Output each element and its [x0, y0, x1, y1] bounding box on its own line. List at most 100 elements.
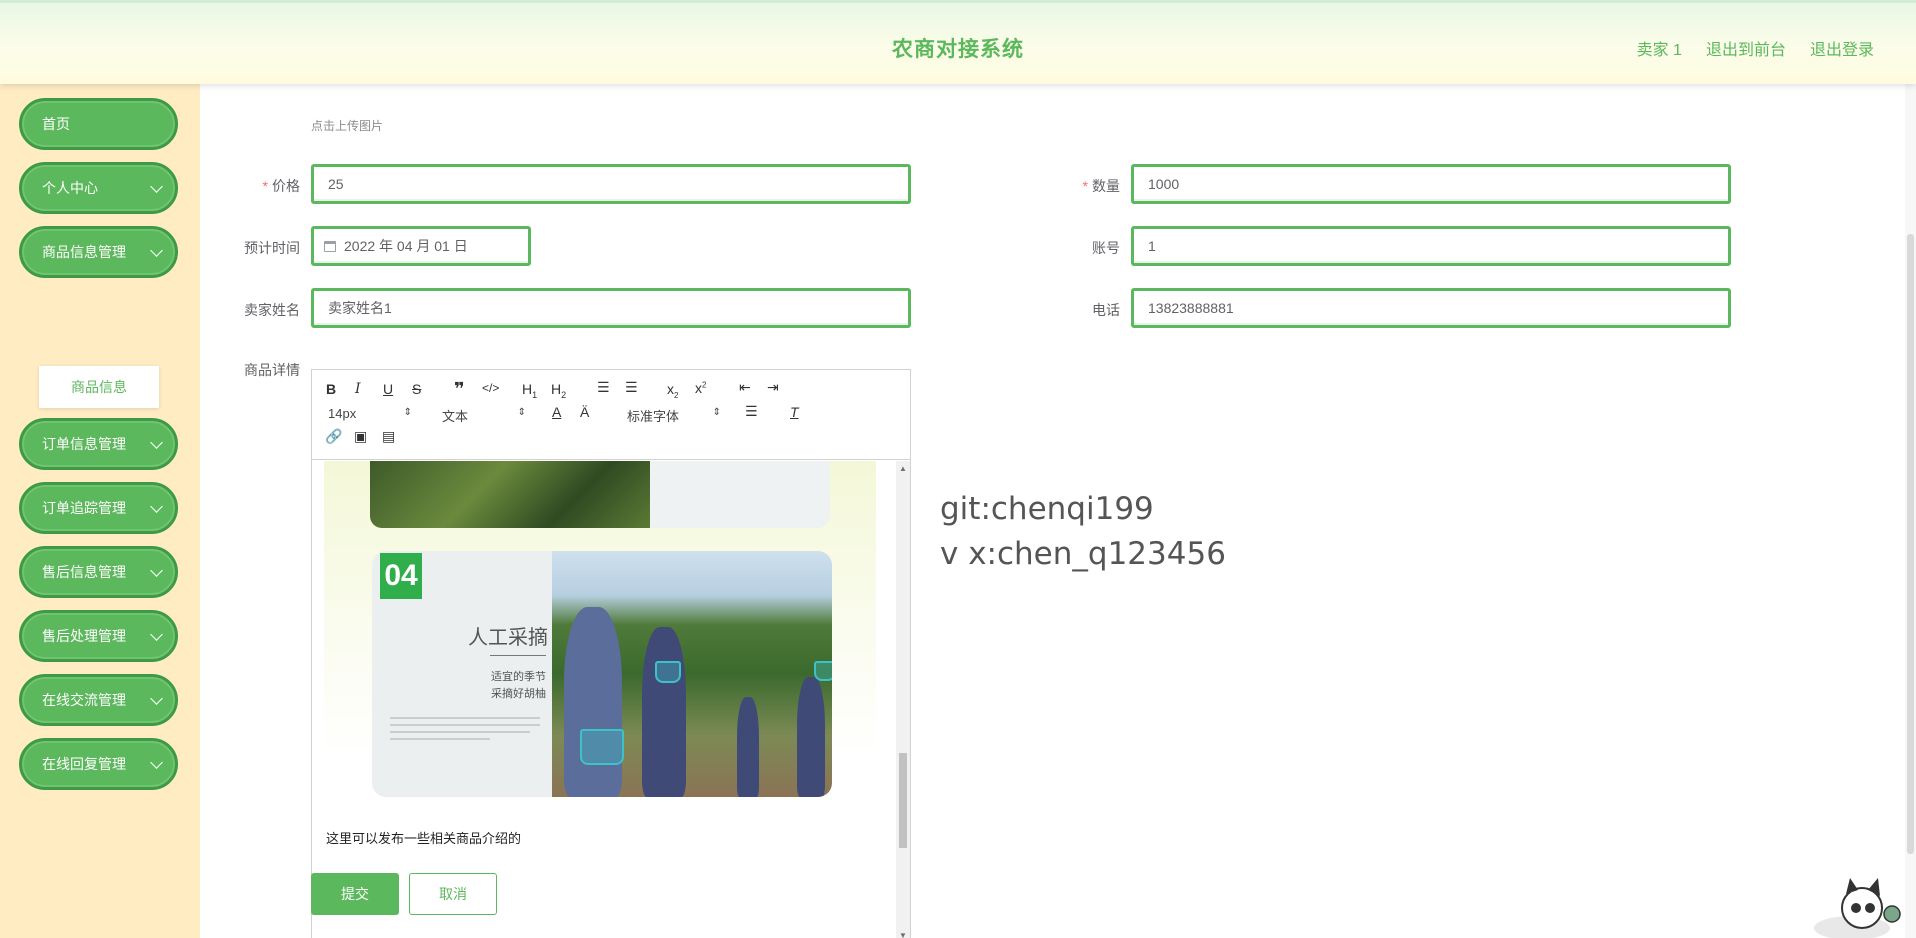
main-content: 点击上传图片 * 价格 25 * 数量 1000 预计时间 2022 年 04 月 …	[200, 84, 1916, 938]
background-color-icon[interactable]: Ä	[580, 404, 589, 420]
italic-icon[interactable]: I	[355, 381, 361, 397]
seller-name-label: 卖家姓名	[244, 302, 300, 318]
expected-time-datepicker[interactable]: 2022 年 04 月 01 日	[311, 226, 531, 266]
quantity-label: * 数量	[1082, 178, 1120, 194]
align-icon[interactable]: ☰	[745, 403, 758, 420]
article-divider	[490, 655, 546, 656]
sidebar-subitem-product-info[interactable]: 商品信息	[39, 366, 159, 408]
bold-icon[interactable]: B	[326, 381, 336, 397]
strikethrough-icon[interactable]: S	[412, 381, 421, 397]
blockquote-icon[interactable]: ❞	[454, 379, 465, 400]
current-user-link[interactable]: 卖家 1	[1637, 36, 1682, 60]
sidebar-item-after-sales-info[interactable]: 售后信息管理	[19, 546, 178, 598]
picker-figure	[564, 607, 622, 797]
subscript-icon[interactable]: x2	[667, 381, 678, 400]
chevron-down-icon	[150, 244, 163, 257]
upload-image-hint[interactable]: 点击上传图片	[311, 117, 383, 134]
article-title: 人工采摘	[468, 627, 548, 649]
picker-figure	[642, 627, 686, 797]
sidebar-item-online-reply[interactable]: 在线回复管理	[19, 738, 178, 790]
chevron-down-icon	[150, 180, 163, 193]
calendar-icon	[324, 240, 336, 252]
font-color-icon[interactable]: A	[552, 404, 561, 420]
editor-toolbar: B I U S ❞ </> H1 H2 ☰ ☰ x2 x2 ⇤ ⇥ 14px 文…	[312, 370, 910, 460]
chevron-down-icon	[150, 692, 163, 705]
scroll-down-arrow-icon[interactable]: ▼	[899, 931, 907, 938]
underline-icon[interactable]: U	[383, 381, 393, 397]
basket-shape	[580, 729, 624, 765]
app-title: 农商对接系统	[892, 38, 1024, 61]
rich-text-editor: B I U S ❞ </> H1 H2 ☰ ☰ x2 x2 ⇤ ⇥ 14px 文…	[311, 369, 911, 938]
superscript-icon[interactable]: x2	[695, 380, 706, 396]
mascot-cat-icon	[1814, 878, 1901, 938]
price-label: * 价格	[262, 178, 300, 194]
sidebar-item-order-tracking[interactable]: 订单追踪管理	[19, 482, 178, 534]
image-icon[interactable]: ▣	[354, 428, 367, 445]
picking-photo	[552, 551, 832, 797]
picker-figure	[737, 697, 759, 797]
sidebar-item-label: 首页	[42, 116, 70, 132]
sidebar-item-label: 售后信息管理	[42, 564, 126, 580]
sidebar-item-label: 在线回复管理	[42, 756, 126, 772]
expected-time-label: 预计时间	[244, 240, 300, 256]
code-block-icon[interactable]: </>	[482, 381, 499, 395]
editor-content[interactable]: 04 人工采摘 适宜的季节 采摘好胡柚 这里可以发布一些相关商品介绍的	[312, 461, 896, 938]
phone-label: 电话	[1092, 302, 1120, 318]
editor-body-text: 这里可以发布一些相关商品介绍的	[326, 831, 522, 846]
step-badge: 04	[380, 553, 422, 599]
phone-input[interactable]: 13823888881	[1131, 288, 1731, 328]
sidebar: 首页 个人中心 商品信息管理 商品信息 订单信息管理 订单追踪管理 售后信息管理…	[0, 84, 200, 938]
sidebar-item-label: 售后处理管理	[42, 628, 126, 644]
sidebar-item-home[interactable]: 首页	[19, 98, 178, 150]
chevron-down-icon	[150, 436, 163, 449]
logout-link[interactable]: 退出登录	[1810, 36, 1874, 60]
picker-figure	[797, 677, 825, 797]
sidebar-item-online-chat[interactable]: 在线交流管理	[19, 674, 178, 726]
indent-icon[interactable]: ⇥	[767, 379, 779, 396]
article-subtitle: 适宜的季节 采摘好胡柚	[491, 671, 546, 700]
basket-shape	[814, 661, 832, 681]
article-card	[650, 461, 830, 528]
heading-2-icon[interactable]: H2	[551, 381, 566, 400]
heading-1-icon[interactable]: H1	[522, 381, 537, 400]
sidebar-item-order-management[interactable]: 订单信息管理	[19, 418, 178, 470]
account-input[interactable]: 1	[1131, 226, 1731, 266]
watermark-text: git:chenqi199 v x:chen_q123456	[940, 491, 1226, 572]
sidebar-item-label: 订单追踪管理	[42, 500, 126, 516]
sidebar-item-label: 个人中心	[42, 180, 98, 196]
ordered-list-icon[interactable]: ☰	[597, 379, 610, 396]
quantity-input[interactable]: 1000	[1131, 164, 1731, 204]
outdent-icon[interactable]: ⇤	[739, 379, 751, 396]
top-header: 农商对接系统 卖家 1 退出到前台 退出登录	[0, 0, 1916, 84]
orchard-photo	[370, 461, 650, 528]
video-icon[interactable]: ▤	[382, 428, 395, 445]
bullet-list-icon[interactable]: ☰	[625, 379, 638, 396]
chevron-down-icon	[150, 500, 163, 513]
chevron-down-icon	[150, 756, 163, 769]
detail-label: 商品详情	[244, 362, 300, 378]
page-scrollbar[interactable]	[1905, 84, 1916, 938]
sidebar-item-personal-center[interactable]: 个人中心	[19, 162, 178, 214]
cancel-button[interactable]: 取消	[409, 873, 497, 915]
chevron-down-icon	[150, 564, 163, 577]
exit-to-front-link[interactable]: 退出到前台	[1706, 36, 1786, 60]
basket-shape	[655, 661, 681, 683]
sidebar-item-label: 商品信息管理	[42, 244, 126, 260]
seller-name-input[interactable]: 卖家姓名1	[311, 288, 911, 328]
editor-scroll-thumb[interactable]	[899, 753, 907, 848]
chevron-down-icon	[150, 628, 163, 641]
header-format-select[interactable]: 文本	[442, 406, 526, 425]
editor-scrollbar[interactable]: ▲ ▼	[896, 461, 910, 938]
header-user-links: 卖家 1 退出到前台 退出登录	[1637, 36, 1874, 60]
sidebar-item-label: 订单信息管理	[42, 436, 126, 452]
submit-button[interactable]: 提交	[311, 873, 399, 915]
link-icon[interactable]: 🔗	[325, 428, 342, 445]
price-input[interactable]: 25	[311, 164, 911, 204]
font-size-select[interactable]: 14px	[328, 406, 412, 421]
font-family-select[interactable]: 标准字体	[627, 406, 721, 425]
clear-format-icon[interactable]: T	[790, 404, 799, 420]
scroll-up-arrow-icon[interactable]: ▲	[899, 464, 907, 473]
sidebar-item-after-sales-processing[interactable]: 售后处理管理	[19, 610, 178, 662]
sidebar-item-product-management[interactable]: 商品信息管理	[19, 226, 178, 278]
page-scroll-thumb[interactable]	[1907, 234, 1914, 854]
